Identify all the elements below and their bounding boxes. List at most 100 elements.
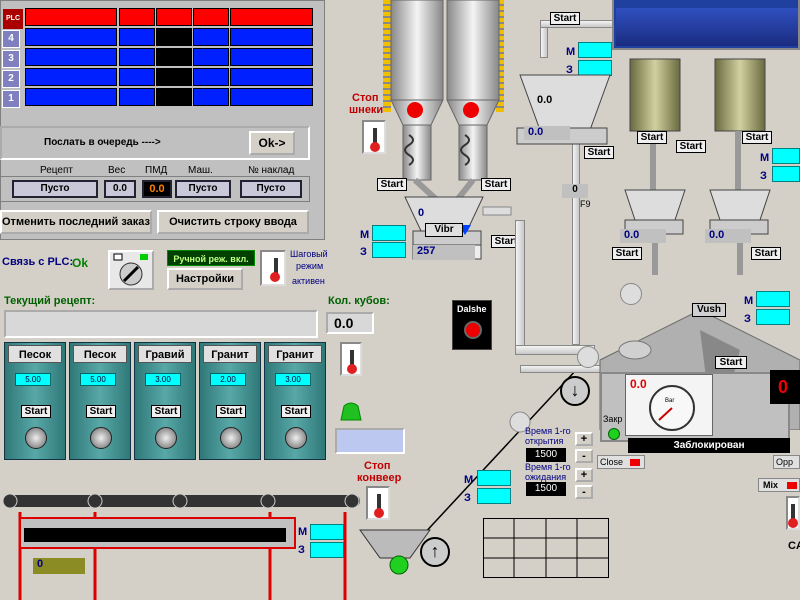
plc-row-number[interactable]: 1 xyxy=(2,90,20,108)
aggregate-bin: Песок 5.00 Start xyxy=(4,342,66,460)
plc-link-status: Ok xyxy=(72,256,89,270)
vush-z-box xyxy=(756,309,790,325)
wait-time-label: Время 1-го ожидания xyxy=(525,462,571,482)
step-mode-label-2: режим xyxy=(296,261,324,271)
settings-button[interactable]: Настройки xyxy=(167,268,243,290)
bin-gate-icon xyxy=(285,427,307,449)
cement2-start-button[interactable]: Start xyxy=(751,247,781,260)
weigher-m-box xyxy=(372,225,406,241)
right-edge-display: 0 xyxy=(770,370,800,404)
bin-start-button[interactable]: Start xyxy=(281,405,311,418)
conveyor-z-label: З xyxy=(298,544,305,556)
silo2-start-button[interactable]: Start xyxy=(481,178,511,191)
plc-table-cell xyxy=(119,68,155,86)
recipe-value-field[interactable]: Пусто xyxy=(12,180,98,198)
bin-start-button[interactable]: Start xyxy=(21,405,51,418)
weigher-z-label: З xyxy=(360,246,367,258)
vibr-button[interactable]: Vibr xyxy=(425,223,463,237)
plc-table-cell xyxy=(193,48,229,66)
plc-table-cell xyxy=(230,48,313,66)
plc-table-cell xyxy=(25,68,117,86)
bin-start-button[interactable]: Start xyxy=(216,405,246,418)
mix-red-indicator xyxy=(787,482,797,489)
incline-z-box xyxy=(477,488,511,504)
wait-time-value[interactable]: 1500 xyxy=(526,482,566,496)
close-button[interactable]: Close xyxy=(597,455,645,469)
mash-value-field[interactable]: Пусто xyxy=(175,180,231,198)
queue-ok-button[interactable]: Ok-> xyxy=(249,131,295,155)
nakl-value-field[interactable]: Пусто xyxy=(240,180,302,198)
water-m-label: M xyxy=(566,46,576,58)
right-edge-ca-label: CA xyxy=(788,540,800,552)
pipe-water-down xyxy=(572,140,580,345)
water-hopper-value: 0.0 xyxy=(537,94,553,106)
recipe-header-recipe: Рецепт xyxy=(40,165,73,176)
cubes-value: 0.0 xyxy=(326,312,374,334)
plc-row-number[interactable]: 3 xyxy=(2,50,20,68)
cubes-label: Кол. кубов: xyxy=(328,295,390,307)
wait-time-plus-button[interactable]: + xyxy=(575,468,593,482)
right-edge-toggle[interactable] xyxy=(786,496,800,530)
plc-table-cell xyxy=(25,8,117,26)
cement1-start-button[interactable]: Start xyxy=(612,247,642,260)
current-recipe-label: Текущий рецепт: xyxy=(4,295,96,307)
zakr-label: Закр xyxy=(603,414,623,424)
wait-time-minus-button[interactable]: - xyxy=(575,485,593,499)
dalshe-red-button[interactable] xyxy=(464,321,482,339)
plc-row-number[interactable]: 2 xyxy=(2,70,20,88)
open-label: Opp xyxy=(776,457,794,467)
water-start-button[interactable]: Start xyxy=(550,12,580,25)
pmd-value-field[interactable]: 0.0 xyxy=(142,180,172,198)
open-time-value[interactable]: 1500 xyxy=(526,448,566,462)
stone-circle xyxy=(620,283,642,305)
plc-table-cell xyxy=(119,28,155,46)
conveyor-m-label: M xyxy=(298,526,308,538)
bin-title: Песок xyxy=(8,345,62,363)
aggregate-bin: Гравий 3.00 Start xyxy=(134,342,196,460)
current-recipe-field xyxy=(4,310,318,338)
down-arrow-icon[interactable]: ↓ xyxy=(560,376,590,406)
rotary-switch-icon xyxy=(113,253,148,286)
plc-table-cell xyxy=(193,88,229,106)
vush-button[interactable]: Vush xyxy=(692,303,726,317)
weight-value-field[interactable]: 0.0 xyxy=(104,180,136,198)
gauge-unit-label: Bar xyxy=(665,398,674,404)
mode-switch-icon[interactable] xyxy=(108,250,154,290)
bin-start-button[interactable]: Start xyxy=(86,405,116,418)
barrel-m-box xyxy=(772,148,800,164)
open-time-minus-button[interactable]: - xyxy=(575,449,593,463)
mixer-start-button[interactable]: Start xyxy=(715,356,747,369)
bin-title: Гранит xyxy=(268,345,322,363)
open-time-plus-button[interactable]: + xyxy=(575,432,593,446)
silo1-start-button[interactable]: Start xyxy=(377,178,407,191)
recipe-header-pmd: ПМД xyxy=(145,165,168,176)
recipe-header-mash: Маш. xyxy=(188,165,213,176)
step-mode-label-1: Шаговый xyxy=(290,249,328,259)
cancel-last-order-button[interactable]: Отменить последний заказ xyxy=(0,210,152,234)
step-mode-toggle[interactable] xyxy=(260,250,286,286)
f9-label: F9 xyxy=(580,199,591,209)
dalshe-panel[interactable]: Dalshe xyxy=(452,300,492,350)
clear-input-button[interactable]: Очистить строку ввода xyxy=(157,210,309,234)
pipe-silo-down xyxy=(515,220,525,350)
barrel3-start-button[interactable]: Start xyxy=(742,131,772,144)
bin-title: Гравий xyxy=(138,345,192,363)
stop-screws-toggle[interactable] xyxy=(362,120,386,154)
open-button[interactable]: Opp xyxy=(773,455,800,469)
water-tank xyxy=(612,0,800,50)
vush-z-label: З xyxy=(744,313,751,325)
bin-start-button[interactable]: Start xyxy=(151,405,181,418)
plc-table-cell xyxy=(119,88,155,106)
plc-table-cell xyxy=(230,68,313,86)
stop-screws-label-2: шнеки xyxy=(349,104,384,116)
water-weigher-start-button[interactable]: Start xyxy=(584,146,614,159)
conveyor-up-arrow-icon[interactable]: ↑ xyxy=(420,537,450,567)
barrel2-start-button[interactable]: Start xyxy=(676,140,706,153)
mix-button[interactable]: Mix xyxy=(758,478,800,492)
incline-m-box xyxy=(477,470,511,486)
barrel-z-box xyxy=(772,166,800,182)
barrel1-start-button[interactable]: Start xyxy=(637,131,667,144)
plc-row-number[interactable]: 4 xyxy=(2,30,20,48)
weigher-z-box xyxy=(372,242,406,258)
plc-table-cell xyxy=(230,88,313,106)
